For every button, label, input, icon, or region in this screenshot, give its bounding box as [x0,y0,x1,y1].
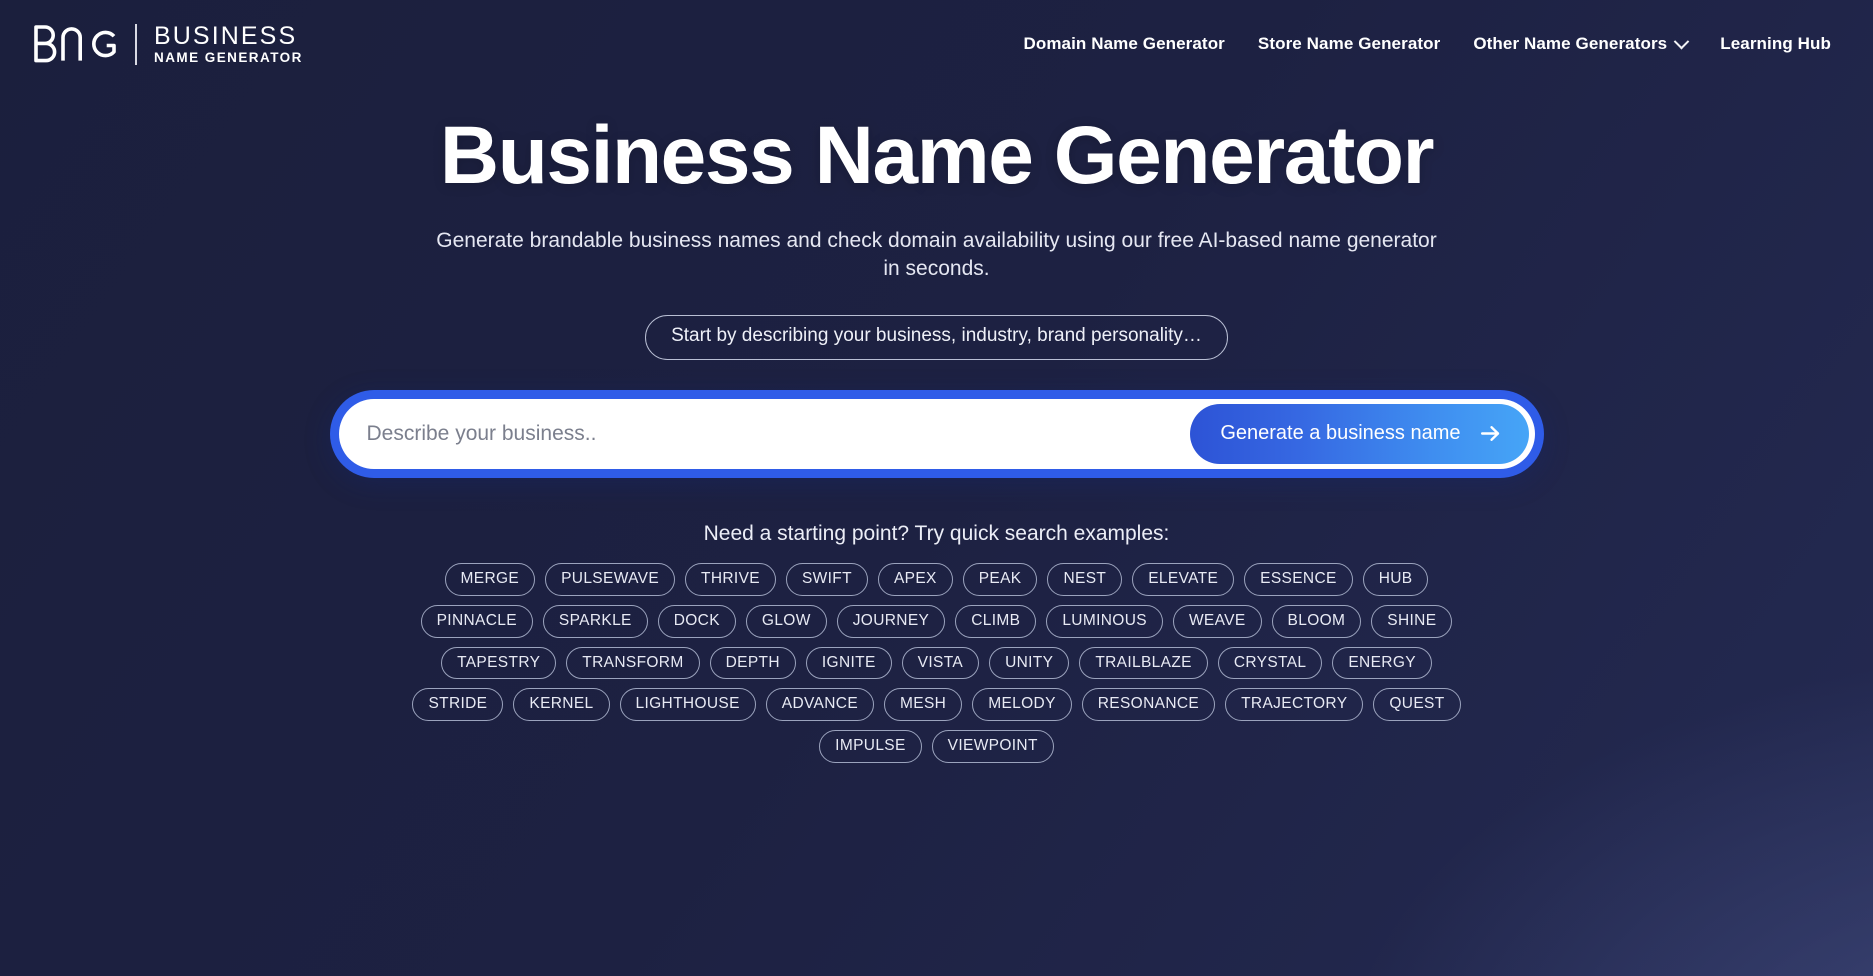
example-tag[interactable]: VIEWPOINT [931,730,1054,763]
example-tag[interactable]: IMPULSE [819,730,922,763]
quick-search-examples: Need a starting point? Try quick search … [0,522,1873,763]
example-tag[interactable]: GLOW [745,604,827,638]
example-tag[interactable]: IGNITE [805,646,892,680]
page-title: Business Name Generator [439,110,1435,201]
example-tag[interactable]: RESONANCE [1081,688,1216,722]
brand-line-name-generator: NAME GENERATOR [154,49,303,65]
hero-subtitle: Generate brandable business names and ch… [436,228,1437,281]
tag-row: TAPESTRY TRANSFORM DEPTH IGNITE VISTA UN… [441,646,1432,680]
example-tag[interactable]: KERNEL [513,688,610,722]
example-tag[interactable]: QUEST [1373,688,1461,722]
example-tag[interactable]: THRIVE [685,562,776,596]
example-tag[interactable]: VISTA [901,646,980,680]
example-tag[interactable]: CRYSTAL [1217,646,1323,680]
main-navigation: Domain Name Generator Store Name Generat… [1023,33,1837,54]
example-tag[interactable]: PEAK [962,562,1038,596]
example-tag[interactable]: PULSEWAVE [545,562,676,596]
brand-divider [135,23,137,65]
example-tag[interactable]: DEPTH [709,646,796,680]
example-tag[interactable]: STRIDE [412,688,504,722]
generate-business-name-button[interactable]: Generate a business name [1190,403,1529,464]
example-tag[interactable]: MESH [884,688,963,722]
example-tag[interactable]: DOCK [657,604,736,638]
example-tag[interactable]: UNITY [989,646,1070,680]
example-tag[interactable]: ELEVATE [1132,562,1235,596]
example-tag[interactable]: TRAILBLAZE [1079,646,1208,680]
example-tag-rows: MERGE PULSEWAVE THRIVE SWIFT APEX PEAK N… [0,562,1873,763]
examples-label: Need a starting point? Try quick search … [703,521,1170,545]
example-tag[interactable]: ENERGY [1332,646,1432,680]
search-bar: Generate a business name [329,389,1544,478]
chevron-down-icon [1673,33,1690,49]
tag-row: PINNACLE SPARKLE DOCK GLOW JOURNEY CLIMB… [420,604,1453,638]
example-tag[interactable]: WEAVE [1172,604,1262,638]
example-tag[interactable]: SPARKLE [542,604,648,638]
search-input[interactable] [338,398,1191,469]
example-tag[interactable]: SWIFT [785,562,868,596]
nav-item-learning-hub[interactable]: Learning Hub [1720,34,1831,54]
example-tag[interactable]: CLIMB [955,604,1037,638]
hero-section: Business Name Generator Generate brandab… [0,88,1873,763]
generate-button-label: Generate a business name [1220,422,1461,445]
example-tag[interactable]: TRANSFORM [566,646,700,680]
example-tag[interactable]: NEST [1047,562,1123,596]
example-tag[interactable]: ESSENCE [1244,562,1353,596]
tag-row: IMPULSE VIEWPOINT [819,730,1054,763]
example-tag[interactable]: TAPESTRY [441,646,557,680]
nav-label: Domain Name Generator [1023,34,1225,53]
example-tag[interactable]: BLOOM [1271,604,1362,638]
example-tag[interactable]: APEX [877,562,953,596]
nav-label: Other Name Generators [1473,34,1668,53]
example-tag[interactable]: HUB [1362,562,1429,596]
tag-row: MERGE PULSEWAVE THRIVE SWIFT APEX PEAK N… [444,562,1429,596]
example-tag[interactable]: TRAJECTORY [1225,688,1364,722]
tag-row: STRIDE KERNEL LIGHTHOUSE ADVANCE MESH ME… [412,688,1461,722]
describe-hint-pill[interactable]: Start by describing your business, indus… [645,315,1228,360]
example-tag[interactable]: ADVANCE [765,688,875,722]
arrow-right-icon [1480,426,1499,442]
nav-label: Learning Hub [1720,34,1831,53]
example-tag[interactable]: MERGE [444,562,536,596]
brand-wordmark: BUSINESS NAME GENERATOR [154,21,303,65]
nav-item-domain-name-generator[interactable]: Domain Name Generator [1023,34,1224,54]
nav-item-store-name-generator[interactable]: Store Name Generator [1258,34,1440,54]
site-header: BUSINESS NAME GENERATOR Domain Name Gene… [0,0,1873,88]
example-tag[interactable]: MELODY [972,688,1072,722]
example-tag[interactable]: PINNACLE [420,604,533,638]
bng-logo-icon [34,25,116,63]
example-tag[interactable]: JOURNEY [836,604,946,638]
example-tag[interactable]: LIGHTHOUSE [619,688,756,722]
example-tag[interactable]: SHINE [1371,604,1453,638]
search-bar-inner: Generate a business name [338,398,1535,469]
nav-label: Store Name Generator [1257,34,1441,53]
brand-logo[interactable]: BUSINESS NAME GENERATOR [34,21,303,65]
example-tag[interactable]: LUMINOUS [1046,604,1163,638]
brand-line-business: BUSINESS [154,21,298,50]
nav-item-other-name-generators[interactable]: Other Name Generators [1473,33,1690,54]
